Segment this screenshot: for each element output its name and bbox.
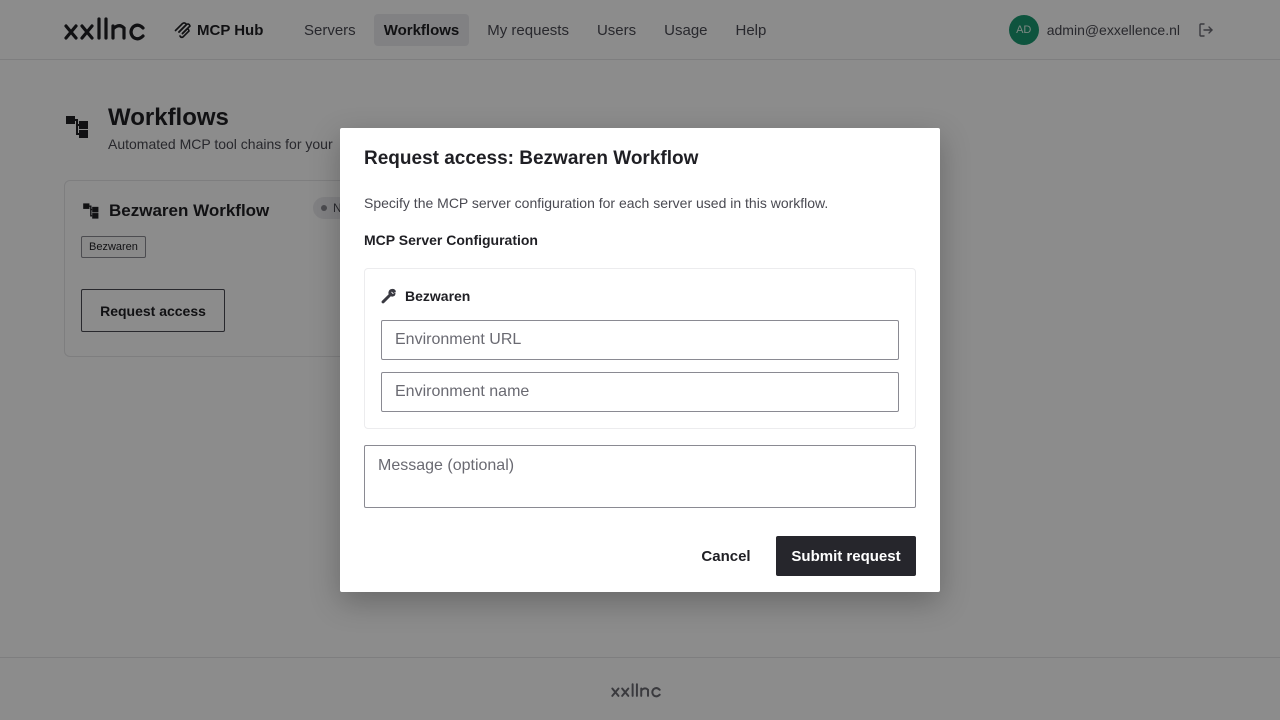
dialog-description: Specify the MCP server configuration for… bbox=[364, 195, 829, 211]
request-access-dialog: Request access: Bezwaren Workflow Specif… bbox=[340, 128, 940, 592]
server-config-box: Bezwaren bbox=[364, 268, 916, 429]
message-textarea[interactable] bbox=[364, 445, 916, 508]
wrench-icon bbox=[381, 288, 396, 304]
submit-request-button[interactable]: Submit request bbox=[776, 536, 916, 576]
dialog-title: Request access: Bezwaren Workflow bbox=[364, 148, 699, 169]
server-header: Bezwaren bbox=[381, 288, 470, 304]
environment-name-input[interactable] bbox=[381, 372, 899, 412]
cancel-button[interactable]: Cancel bbox=[686, 536, 766, 576]
environment-url-input[interactable] bbox=[381, 320, 899, 360]
section-label: MCP Server Configuration bbox=[364, 232, 538, 248]
server-name: Bezwaren bbox=[405, 288, 471, 304]
